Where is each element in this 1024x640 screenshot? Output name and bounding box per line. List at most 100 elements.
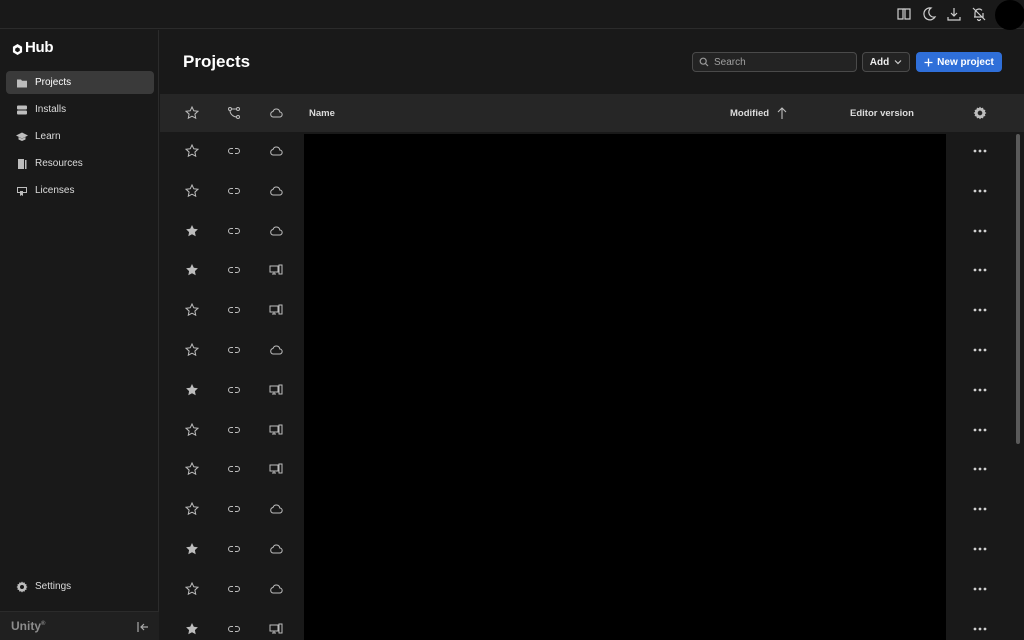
sidebar-nav: Projects Installs Learn Resources Licens… (6, 71, 154, 206)
cloud-icon[interactable] (269, 502, 283, 516)
sidebar-item-label: Installs (35, 104, 67, 115)
main-content: Projects Add New project Name Modified E… (160, 30, 1024, 640)
more-options-icon[interactable] (972, 622, 988, 636)
link-icon[interactable] (227, 582, 241, 596)
star-filled-icon[interactable] (185, 263, 199, 277)
folder-icon (17, 79, 27, 87)
book-icon[interactable] (896, 6, 912, 22)
more-options-icon[interactable] (972, 462, 988, 476)
more-options-icon[interactable] (972, 383, 988, 397)
link-icon[interactable] (227, 343, 241, 357)
local-device-icon[interactable] (269, 303, 283, 317)
local-device-icon[interactable] (269, 383, 283, 397)
sidebar: Hub Projects Installs Learn Resources Li… (0, 30, 159, 640)
gear-icon (16, 581, 28, 592)
link-icon[interactable] (227, 184, 241, 198)
local-device-icon[interactable] (269, 423, 283, 437)
version-control-icon[interactable] (227, 106, 241, 120)
star-icon[interactable] (184, 183, 200, 198)
add-button-label: Add (869, 56, 890, 68)
star-icon[interactable] (184, 342, 200, 357)
link-icon[interactable] (227, 462, 241, 476)
scrollbar-thumb[interactable] (1016, 134, 1020, 444)
star-icon[interactable] (184, 581, 200, 596)
more-options-icon[interactable] (972, 144, 988, 158)
link-icon[interactable] (227, 144, 241, 158)
star-icon[interactable] (184, 143, 200, 158)
more-options-icon[interactable] (972, 224, 988, 238)
cloud-column-icon[interactable] (269, 106, 283, 120)
link-icon[interactable] (227, 224, 241, 238)
star-icon[interactable] (184, 502, 200, 516)
sidebar-item-installs[interactable]: Installs (6, 98, 154, 121)
sidebar-item-projects[interactable]: Projects (6, 71, 154, 94)
column-settings-gear-icon[interactable] (973, 106, 987, 120)
sidebar-item-learn[interactable]: Learn (6, 125, 154, 148)
sort-ascending-arrow-icon[interactable] (776, 106, 788, 120)
sidebar-item-label: Projects (35, 77, 72, 88)
link-icon[interactable] (227, 303, 241, 317)
more-options-icon[interactable] (972, 343, 988, 357)
notifications-off-icon[interactable] (971, 6, 987, 22)
more-options-icon[interactable] (972, 423, 988, 437)
search-box[interactable] (692, 52, 857, 72)
title-bar (0, 0, 1024, 30)
star-filled-icon[interactable] (185, 383, 199, 397)
link-icon[interactable] (227, 502, 241, 516)
sidebar-footer: Unity® (0, 611, 159, 640)
star-filled-icon[interactable] (185, 622, 199, 636)
more-options-icon[interactable] (972, 184, 988, 198)
favorite-column-star-icon[interactable] (184, 105, 200, 120)
cloud-icon[interactable] (269, 343, 283, 357)
more-options-icon[interactable] (972, 582, 988, 596)
new-project-button[interactable]: New project (916, 52, 1002, 72)
graduation-cap-icon (16, 132, 28, 141)
link-icon[interactable] (227, 263, 241, 277)
cloud-icon[interactable] (269, 582, 283, 596)
cloud-icon[interactable] (269, 542, 283, 556)
star-icon[interactable] (184, 303, 200, 317)
settings-label: Settings (35, 581, 72, 592)
link-icon[interactable] (227, 383, 241, 397)
star-icon[interactable] (184, 462, 200, 476)
plus-icon (924, 58, 933, 66)
column-header-editor-version[interactable]: Editor version (850, 108, 914, 119)
server-icon (17, 105, 27, 114)
sidebar-item-label: Learn (35, 131, 61, 142)
brand-title: Hub (25, 38, 54, 56)
download-icon[interactable] (946, 6, 962, 22)
local-device-icon[interactable] (269, 263, 283, 277)
star-filled-icon[interactable] (185, 224, 199, 238)
star-icon[interactable] (184, 422, 200, 437)
collapse-sidebar-icon[interactable] (136, 620, 150, 634)
sidebar-item-licenses[interactable]: Licenses (6, 179, 154, 202)
column-header-modified[interactable]: Modified (730, 108, 769, 119)
moon-icon[interactable] (921, 6, 937, 22)
chevron-down-icon (894, 60, 902, 65)
cloud-icon[interactable] (269, 224, 283, 238)
brand: Hub (12, 38, 54, 56)
column-header-name[interactable]: Name (309, 108, 335, 119)
search-input[interactable] (714, 56, 854, 68)
table-header: Name Modified Editor version (160, 94, 1024, 132)
search-icon (699, 57, 709, 67)
star-filled-icon[interactable] (185, 542, 199, 556)
more-options-icon[interactable] (972, 542, 988, 556)
more-options-icon[interactable] (972, 502, 988, 516)
unity-wordmark: Unity® (11, 619, 46, 633)
avatar[interactable] (995, 0, 1024, 30)
license-icon (17, 186, 27, 196)
cloud-icon[interactable] (269, 184, 283, 198)
link-icon[interactable] (227, 423, 241, 437)
more-options-icon[interactable] (972, 263, 988, 277)
link-icon[interactable] (227, 542, 241, 556)
local-device-icon[interactable] (269, 622, 283, 636)
more-options-icon[interactable] (972, 303, 988, 317)
cloud-icon[interactable] (269, 144, 283, 158)
link-icon[interactable] (227, 622, 241, 636)
local-device-icon[interactable] (269, 462, 283, 476)
sidebar-item-settings[interactable]: Settings (6, 575, 154, 598)
add-button[interactable]: Add (862, 52, 910, 72)
new-project-label: New project (937, 56, 994, 68)
sidebar-item-resources[interactable]: Resources (6, 152, 154, 175)
